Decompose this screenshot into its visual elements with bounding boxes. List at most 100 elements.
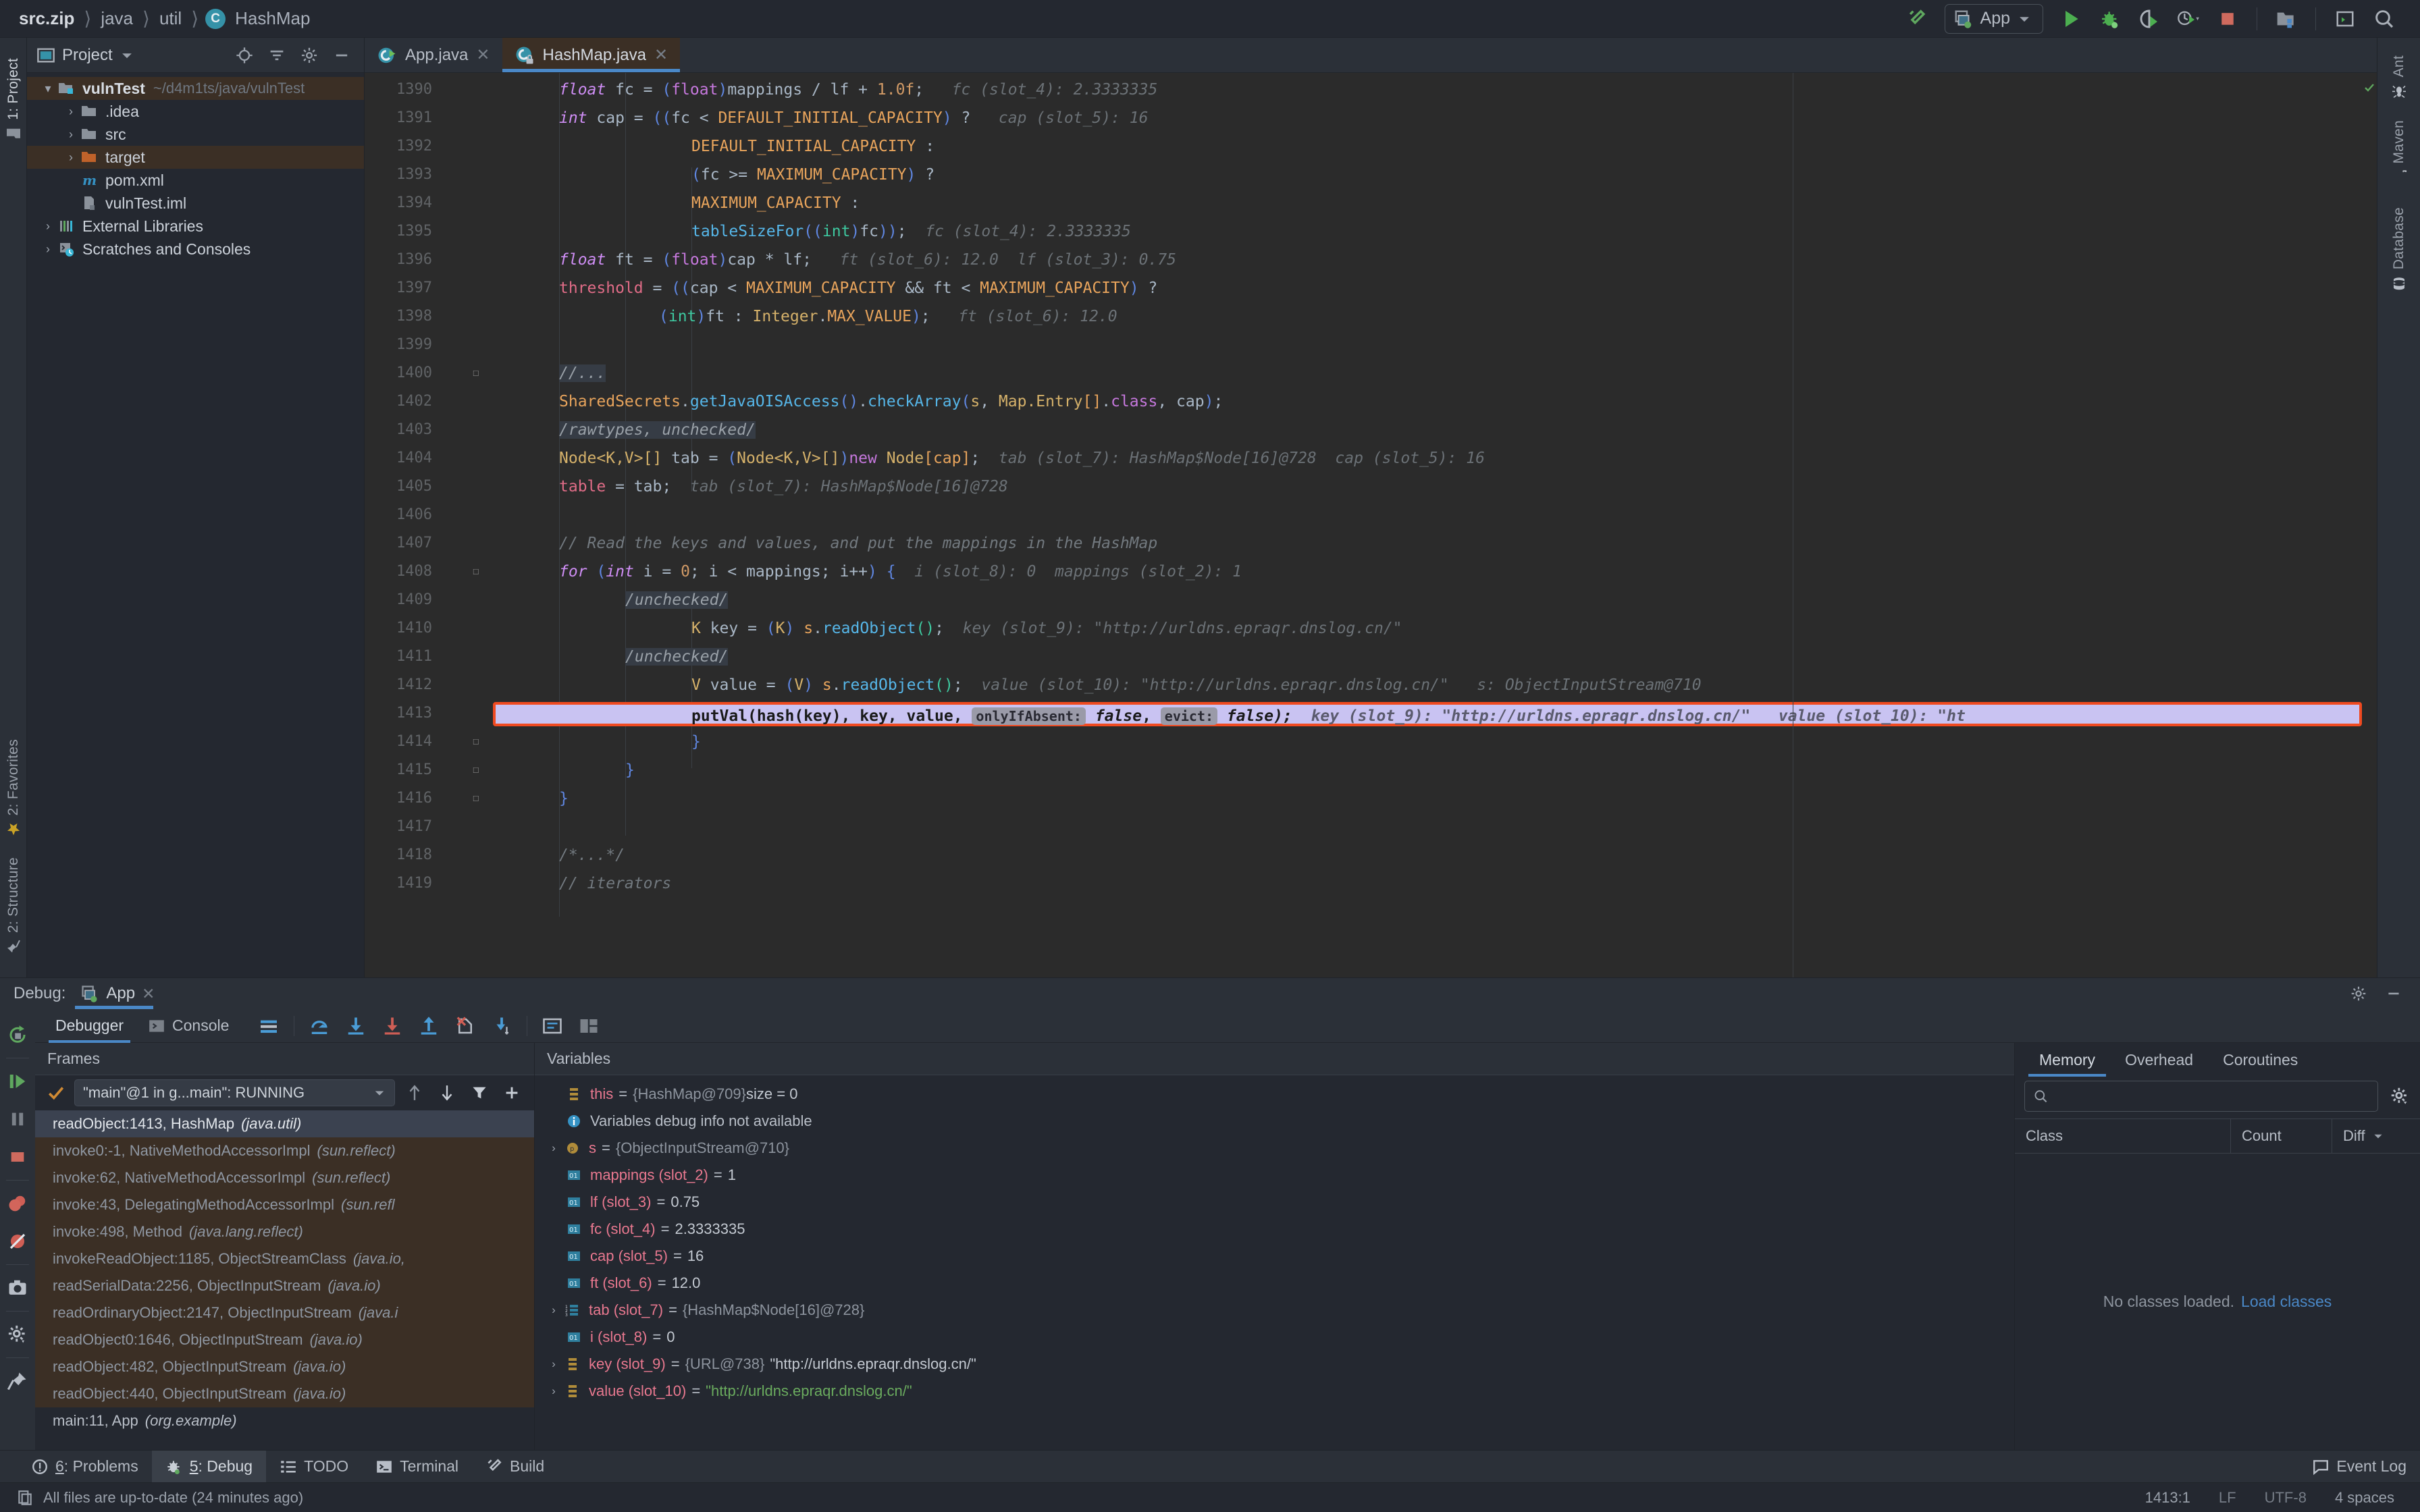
sidebar-item-project[interactable]: 1: Project <box>5 47 22 151</box>
tab-app-java[interactable]: App.java ✕ <box>365 38 502 72</box>
variable-row-fc[interactable]: 01 fc (slot_4) = 2.3333335 <box>535 1216 2014 1243</box>
close-icon[interactable]: ✕ <box>476 45 490 65</box>
step-into-icon[interactable] <box>339 1011 373 1041</box>
sidebar-item-maven[interactable]: m Maven <box>2391 109 2407 196</box>
view-breakpoints-icon[interactable] <box>0 1185 35 1222</box>
expand-arrow-icon[interactable]: › <box>544 1141 563 1155</box>
tree-item-pomxml[interactable]: m pom.xml <box>27 169 364 192</box>
tree-item-src[interactable]: › src <box>27 123 364 146</box>
pin-icon[interactable] <box>0 1362 35 1400</box>
frame-item-10[interactable]: readObject:440, ObjectInputStream(java.i… <box>35 1380 534 1407</box>
variable-row-cap[interactable]: 01 cap (slot_5) = 16 <box>535 1243 2014 1270</box>
indent-setting[interactable]: 4 spaces <box>2325 1489 2404 1507</box>
search-input[interactable] <box>2055 1087 2369 1105</box>
chevron-down-icon[interactable] <box>120 48 134 63</box>
filter-icon[interactable] <box>467 1080 492 1106</box>
close-icon[interactable]: ✕ <box>142 985 155 1003</box>
column-header-count[interactable]: Count <box>2231 1119 2332 1153</box>
terminal-icon[interactable] <box>2325 3 2365 34</box>
run-configuration-selector[interactable]: App <box>1945 4 2043 34</box>
tree-item-target[interactable]: › target <box>27 146 364 169</box>
settings-gear-icon[interactable] <box>2386 1083 2413 1110</box>
bottom-tab-debug[interactable]: 5: Debug <box>152 1451 266 1483</box>
inspection-status-icon[interactable] <box>2364 82 2375 93</box>
step-out-icon[interactable] <box>412 1011 446 1041</box>
variable-row-ft[interactable]: 01 ft (slot_6) = 12.0 <box>535 1270 2014 1297</box>
add-watch-icon[interactable] <box>499 1080 525 1106</box>
tree-item-idea[interactable]: › .idea <box>27 100 364 123</box>
column-header-diff[interactable]: Diff <box>2332 1119 2420 1153</box>
resume-program-icon[interactable] <box>0 1062 35 1100</box>
variable-row-i[interactable]: 01 i (slot_8) = 0 <box>535 1324 2014 1351</box>
expand-arrow-icon[interactable]: › <box>544 1384 563 1398</box>
tree-item-external-libraries[interactable]: › External Libraries <box>27 215 364 238</box>
variable-row-mappings[interactable]: 01 mappings (slot_2) = 1 <box>535 1162 2014 1189</box>
build-icon[interactable] <box>1897 3 1937 34</box>
sidebar-item-favorites[interactable]: 2: Favorites <box>5 728 22 846</box>
editor-gutter[interactable]: 1390 1391 1392 1393 1394 1395 1396 1397 … <box>365 73 493 977</box>
frame-item-5[interactable]: invokeReadObject:1185, ObjectStreamClass… <box>35 1245 534 1272</box>
settings-gear-icon[interactable] <box>0 1316 35 1353</box>
breadcrumb-item-srczip[interactable]: src.zip <box>16 8 77 29</box>
breadcrumb-item-class[interactable]: HashMap <box>232 8 313 29</box>
line-separator[interactable]: LF <box>2209 1489 2246 1507</box>
frame-item-8[interactable]: readObject0:1646, ObjectInputStream(java… <box>35 1326 534 1353</box>
load-classes-link[interactable]: Load classes <box>2241 1293 2332 1311</box>
move-up-icon[interactable] <box>402 1080 427 1106</box>
force-step-into-icon[interactable] <box>375 1011 409 1041</box>
variable-row-lf[interactable]: 01 lf (slot_3) = 0.75 <box>535 1189 2014 1216</box>
bottom-tab-build[interactable]: Build <box>472 1451 558 1483</box>
hide-panel-icon[interactable] <box>2381 981 2406 1006</box>
debug-icon[interactable] <box>2090 3 2130 34</box>
tree-expand-arrow-icon[interactable]: ▾ <box>39 82 57 96</box>
tree-expand-arrow-icon[interactable]: › <box>62 151 80 165</box>
file-encoding[interactable]: UTF-8 <box>2255 1489 2316 1507</box>
tab-console[interactable]: Console <box>136 1009 241 1043</box>
project-structure-icon[interactable] <box>2267 3 2306 34</box>
frame-item-11[interactable]: main:11, App(org.example) <box>35 1407 534 1434</box>
frame-item-9[interactable]: readObject:482, ObjectInputStream(java.i… <box>35 1353 534 1380</box>
collapse-all-icon[interactable] <box>264 43 290 68</box>
sidebar-item-structure[interactable]: 2: Structure <box>5 846 22 964</box>
tab-hashmap-java[interactable]: HashMap.java ✕ <box>502 38 681 72</box>
bottom-tab-todo[interactable]: TODO <box>266 1451 362 1483</box>
rerun-icon[interactable] <box>0 1016 35 1054</box>
close-icon[interactable]: ✕ <box>654 45 668 65</box>
column-header-class[interactable]: Class <box>2015 1119 2231 1153</box>
bottom-tab-problems[interactable]: 6: Problems <box>18 1451 152 1483</box>
tree-item-vulntest[interactable]: ▾ vulnTest ~/d4m1ts/java/vulnTest <box>27 77 364 100</box>
variables-body[interactable]: this = {HashMap@709} size = 0 Variables … <box>535 1075 2014 1450</box>
layout-lines-icon[interactable] <box>252 1011 286 1041</box>
run-with-coverage-icon[interactable] <box>2130 3 2169 34</box>
expand-arrow-icon[interactable]: › <box>544 1357 563 1371</box>
tab-overhead[interactable]: Overhead <box>2110 1043 2208 1077</box>
editor-scrollbar-stripe[interactable] <box>2362 73 2377 977</box>
mute-breakpoints-icon[interactable] <box>0 1222 35 1260</box>
run-to-cursor-icon[interactable] <box>485 1011 519 1041</box>
fold-marker-icon[interactable]: ☐ <box>473 366 479 379</box>
frame-item-2[interactable]: invoke:62, NativeMethodAccessorImpl(sun.… <box>35 1164 534 1191</box>
profiler-icon[interactable] <box>2169 3 2208 34</box>
tree-expand-arrow-icon[interactable]: › <box>62 105 80 119</box>
stop-icon[interactable] <box>2208 3 2247 34</box>
drop-frame-icon[interactable] <box>448 1011 482 1041</box>
breadcrumb-item-java[interactable]: java <box>98 8 136 29</box>
expand-arrow-icon[interactable]: › <box>544 1303 563 1317</box>
code-editor[interactable]: 1390 1391 1392 1393 1394 1395 1396 1397 … <box>365 73 2377 977</box>
fold-marker-icon[interactable]: ☐ <box>473 564 479 577</box>
stop-icon[interactable] <box>0 1138 35 1176</box>
variable-row-this[interactable]: this = {HashMap@709} size = 0 <box>535 1081 2014 1108</box>
tree-item-scratches[interactable]: › Scratches and Consoles <box>27 238 364 261</box>
variable-row-s[interactable]: › p s = {ObjectInputStream@710} <box>535 1135 2014 1162</box>
layout-settings-icon[interactable] <box>572 1011 606 1041</box>
variable-row-key[interactable]: › key (slot_9) = {URL@738} "http://urldn… <box>535 1351 2014 1378</box>
settings-gear-icon[interactable] <box>2346 981 2371 1006</box>
breadcrumb-item-util[interactable]: util <box>157 8 184 29</box>
fold-marker-icon[interactable]: ☐ <box>473 791 479 804</box>
tree-expand-arrow-icon[interactable]: › <box>39 219 57 234</box>
event-log-button[interactable]: Event Log <box>2298 1451 2420 1483</box>
settings-gear-icon[interactable] <box>296 43 322 68</box>
locate-file-icon[interactable] <box>232 43 257 68</box>
search-everywhere-icon[interactable] <box>2365 3 2404 34</box>
thread-selector[interactable]: "main"@1 in g...main": RUNNING <box>74 1079 395 1106</box>
